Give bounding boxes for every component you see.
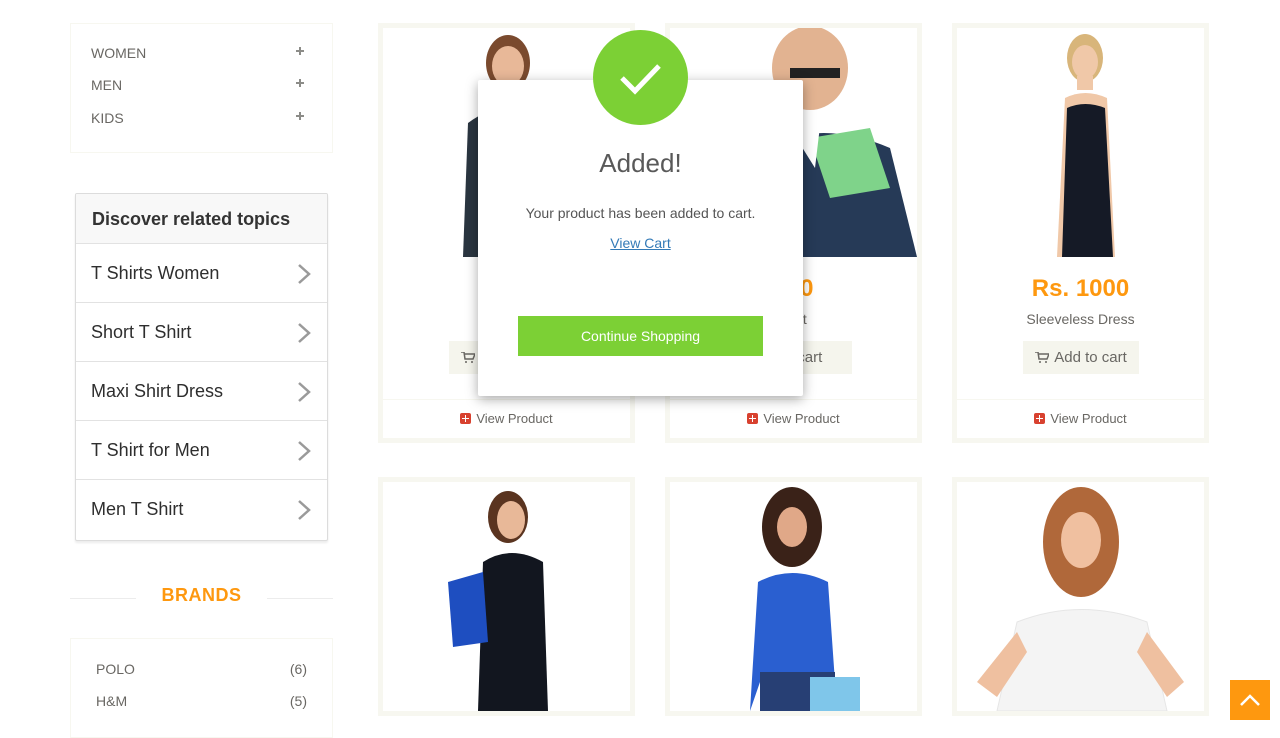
- chevron-right-icon: [298, 323, 311, 343]
- topic-item[interactable]: Short T Shirt: [76, 303, 327, 362]
- plus-square-icon: [747, 413, 759, 424]
- product-image: [957, 482, 1204, 711]
- topic-label: T Shirts Women: [91, 263, 220, 283]
- view-product-label: View Product: [1050, 411, 1127, 426]
- topic-label: T Shirt for Men: [91, 440, 210, 460]
- view-product-link[interactable]: View Product: [957, 399, 1204, 438]
- divider: [70, 598, 136, 599]
- chevron-right-icon: [298, 382, 311, 402]
- continue-shopping-button[interactable]: Continue Shopping: [518, 316, 763, 356]
- topic-item[interactable]: Maxi Shirt Dress: [76, 362, 327, 421]
- chevron-right-icon: [298, 500, 311, 520]
- topic-item[interactable]: T Shirt for Men: [76, 421, 327, 480]
- brand-count: (6): [289, 661, 307, 677]
- topic-label: Maxi Shirt Dress: [91, 381, 224, 401]
- dialog-title: Added!: [599, 148, 682, 178]
- product-image: [670, 482, 917, 711]
- brand-item[interactable]: POLO (6): [96, 661, 307, 677]
- product-card: [665, 477, 922, 716]
- view-product-label: View Product: [763, 411, 840, 426]
- divider: [267, 598, 333, 599]
- brands-panel: POLO (6) H&M (5): [70, 638, 333, 738]
- category-kids[interactable]: KIDS: [91, 108, 306, 128]
- add-to-cart-button[interactable]: Add to cart: [1022, 341, 1139, 374]
- brands-heading: BRANDS: [70, 585, 333, 609]
- topic-label: Men T Shirt: [91, 499, 184, 519]
- view-product-label: View Product: [476, 411, 553, 426]
- product-image: [383, 482, 630, 711]
- product-card: [952, 477, 1209, 716]
- view-product-link[interactable]: View Product: [383, 399, 630, 438]
- plus-square-icon: [460, 413, 472, 424]
- brand-item[interactable]: H&M (5): [96, 693, 307, 709]
- view-product-link[interactable]: View Product: [670, 399, 917, 438]
- related-topics-panel: Discover related topics T Shirts Women S…: [75, 193, 328, 541]
- scroll-to-top-button[interactable]: [1230, 680, 1270, 720]
- brand-count: (5): [289, 693, 307, 709]
- added-to-cart-dialog: Added! Your product has been added to ca…: [478, 80, 803, 396]
- brand-name: POLO: [96, 661, 135, 677]
- related-topics-title: Discover related topics: [76, 194, 327, 244]
- product-card: [378, 477, 635, 716]
- category-label: MEN: [91, 77, 123, 93]
- topic-label: Short T Shirt: [91, 322, 192, 342]
- topic-item[interactable]: Men T Shirt: [76, 480, 327, 539]
- category-label: KIDS: [91, 110, 124, 126]
- plus-square-icon: [1034, 413, 1046, 424]
- brands-title: BRANDS: [161, 585, 242, 605]
- cart-icon: [460, 352, 475, 363]
- chevron-up-icon: [1240, 694, 1260, 706]
- brand-name: H&M: [96, 693, 128, 709]
- product-price: Rs. 1000: [1031, 275, 1130, 302]
- product-name: Sleeveless Dress: [1026, 311, 1135, 327]
- product-image: [957, 28, 1204, 257]
- category-panel: WOMEN MEN KIDS: [70, 23, 333, 153]
- add-to-cart-label: Add to cart: [1054, 349, 1127, 366]
- cart-icon: [1034, 352, 1049, 363]
- plus-icon[interactable]: [294, 108, 306, 128]
- product-card: Rs. 1000 Sleeveless Dress Add to cart Vi…: [952, 23, 1209, 443]
- dialog-message: Your product has been added to cart.: [525, 205, 756, 221]
- chevron-right-icon: [298, 441, 311, 461]
- category-men[interactable]: MEN: [91, 75, 306, 95]
- plus-icon[interactable]: [294, 43, 306, 63]
- category-women[interactable]: WOMEN: [91, 43, 306, 63]
- view-cart-link[interactable]: View Cart: [478, 235, 803, 251]
- check-icon: [593, 30, 688, 125]
- chevron-right-icon: [298, 264, 311, 284]
- plus-icon[interactable]: [294, 75, 306, 95]
- topic-item[interactable]: T Shirts Women: [76, 244, 327, 303]
- category-label: WOMEN: [91, 45, 147, 61]
